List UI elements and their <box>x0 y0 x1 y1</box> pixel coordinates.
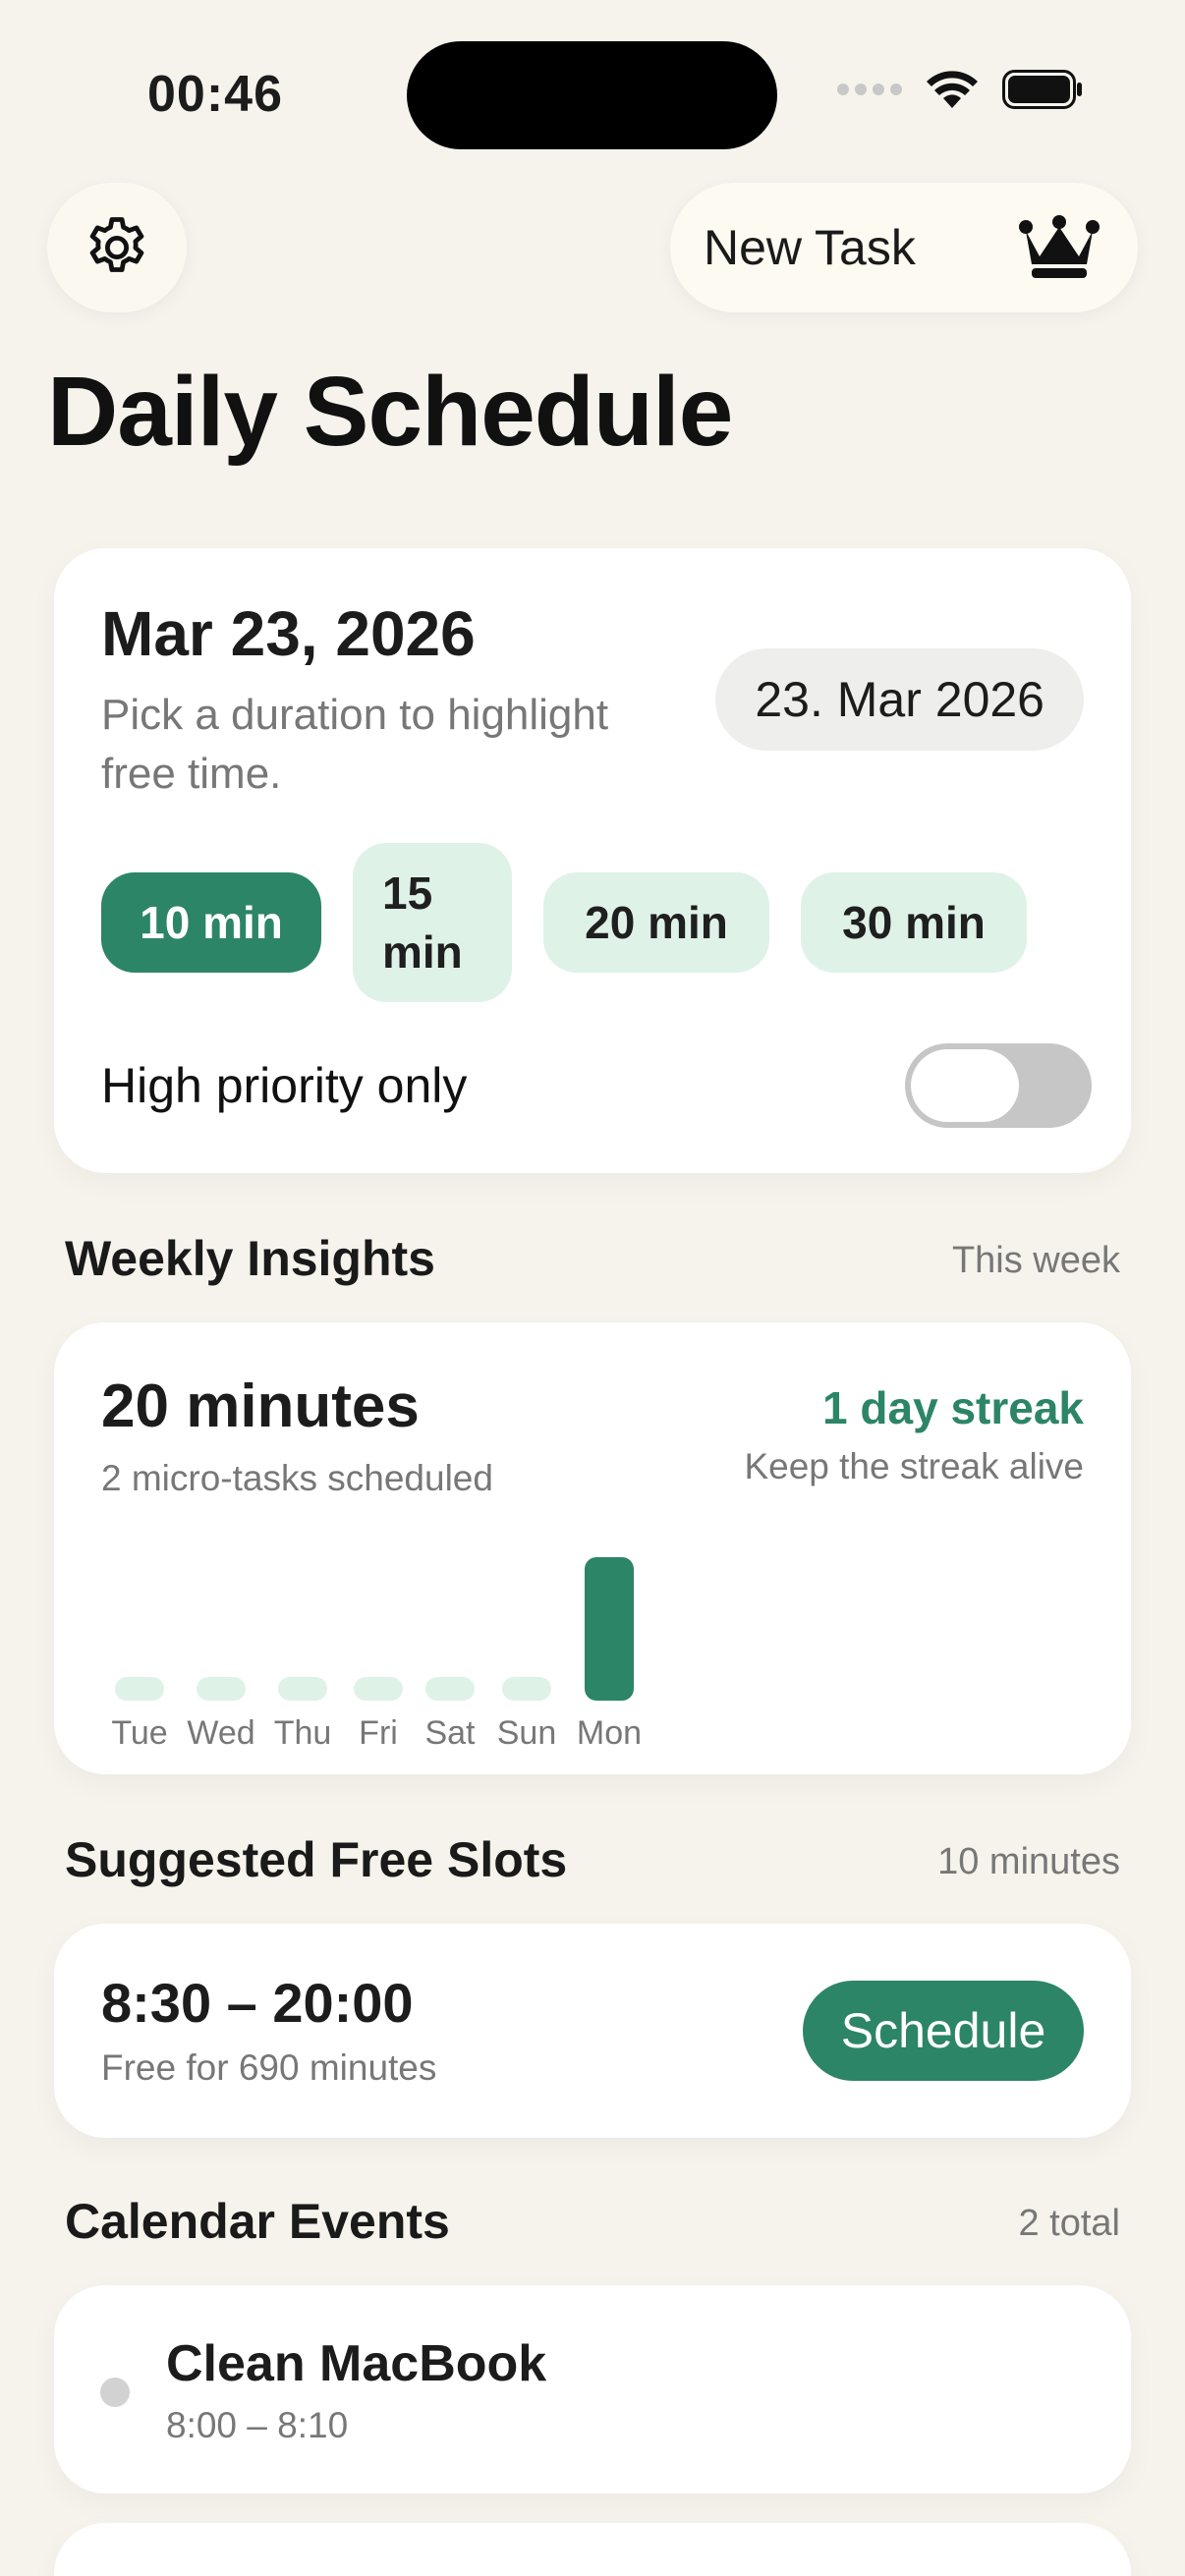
bar-column: Fri <box>345 1553 412 1753</box>
bar-track <box>115 1553 164 1701</box>
high-priority-label: High priority only <box>101 1058 468 1113</box>
battery-icon <box>1002 70 1082 109</box>
new-task-button[interactable]: New Task <box>670 183 1138 312</box>
free-slots-title: Suggested Free Slots <box>65 1832 568 1887</box>
toggle-knob <box>911 1049 1019 1122</box>
bar-column: Wed <box>182 1553 260 1753</box>
event-card[interactable] <box>54 2523 1131 2576</box>
bar-track <box>502 1553 551 1701</box>
free-slots-meta: 10 minutes <box>937 1841 1120 1882</box>
bar-column: Tue <box>101 1553 178 1753</box>
dynamic-island <box>407 41 777 149</box>
bar-track <box>278 1553 327 1701</box>
status-time: 00:46 <box>147 66 283 123</box>
bar-label-tue: Tue <box>111 1714 168 1752</box>
event-time: 8:00 – 8:10 <box>166 2405 349 2445</box>
slot-time-range: 8:30 – 20:00 <box>101 1972 414 2034</box>
bar-tue <box>115 1677 164 1701</box>
insights-subtitle: 2 micro-tasks scheduled <box>101 1458 493 1498</box>
bar-wed <box>197 1677 246 1701</box>
calendar-events-title: Calendar Events <box>65 2194 450 2249</box>
bar-track <box>197 1553 246 1701</box>
page-title: Daily Schedule <box>47 357 733 467</box>
status-icons <box>837 69 1083 110</box>
bar-column: Sat <box>416 1553 484 1753</box>
selected-date-title: Mar 23, 2026 <box>101 598 476 669</box>
wifi-icon <box>927 71 978 108</box>
streak-subtitle: Keep the streak alive <box>744 1446 1084 1486</box>
bar-label-mon: Mon <box>576 1714 643 1752</box>
bar-label-sat: Sat <box>424 1714 476 1752</box>
bar-track <box>354 1553 403 1701</box>
bar-track <box>585 1553 634 1701</box>
bar-column: Mon <box>569 1553 649 1753</box>
weekly-bar-chart: Tue Wed Thu Fri Sat Sun Mon <box>101 1537 653 1753</box>
event-status-dot <box>100 2378 130 2407</box>
settings-button[interactable] <box>47 183 187 312</box>
bar-label-wed: Wed <box>187 1714 255 1752</box>
event-card[interactable]: Clean MacBook 8:00 – 8:10 <box>54 2285 1131 2493</box>
insights-total: 20 minutes <box>101 1372 420 1440</box>
crown-icon <box>1019 215 1100 278</box>
duration-chip-30[interactable]: 30 min <box>801 872 1027 973</box>
weekly-insights-card: 20 minutes 2 micro-tasks scheduled 1 day… <box>54 1322 1131 1774</box>
slot-subtitle: Free for 690 minutes <box>101 2047 437 2088</box>
screen: 00:46 New Task Daily Schedule Mar 23, 20… <box>0 0 1185 2576</box>
streak-label: 1 day streak <box>822 1382 1084 1433</box>
event-title: Clean MacBook <box>166 2335 547 2392</box>
bar-thu <box>278 1677 327 1701</box>
high-priority-toggle[interactable] <box>905 1043 1092 1128</box>
bar-column: Thu <box>264 1553 341 1753</box>
bar-fri <box>354 1677 403 1701</box>
bar-label-sun: Sun <box>496 1714 557 1752</box>
bar-sat <box>425 1677 475 1701</box>
bar-sun <box>502 1677 551 1701</box>
bar-label-fri: Fri <box>359 1714 398 1752</box>
free-slot-card: 8:30 – 20:00 Free for 690 minutes Schedu… <box>54 1924 1131 2138</box>
weekly-insights-meta: This week <box>951 1240 1120 1281</box>
duration-chip-15[interactable]: 15 min <box>353 843 512 1002</box>
cellular-signal-icon <box>837 84 902 95</box>
calendar-events-meta: 2 total <box>1018 2203 1120 2244</box>
bar-mon <box>585 1557 634 1701</box>
schedule-button[interactable]: Schedule <box>803 1981 1084 2081</box>
weekly-insights-title: Weekly Insights <box>65 1231 435 1286</box>
bar-column: Sun <box>488 1553 565 1753</box>
duration-chips: 10 min 15 min 20 min 30 min <box>101 843 1027 1002</box>
gear-icon <box>89 217 144 272</box>
duration-chip-20[interactable]: 20 min <box>543 872 769 973</box>
date-card-subtitle: Pick a duration to highlight free time. <box>101 691 609 798</box>
bar-label-thu: Thu <box>273 1714 332 1752</box>
new-task-label: New Task <box>704 220 916 275</box>
date-picker-button[interactable]: 23. Mar 2026 <box>715 648 1084 751</box>
duration-chip-10[interactable]: 10 min <box>101 872 321 973</box>
bar-track <box>425 1553 475 1701</box>
date-card: Mar 23, 2026 Pick a duration to highligh… <box>54 548 1131 1173</box>
